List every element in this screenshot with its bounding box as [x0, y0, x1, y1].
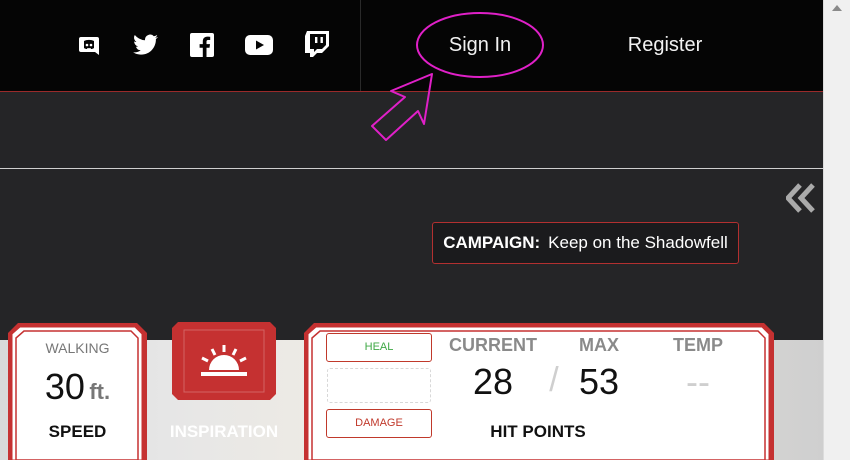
facebook-icon[interactable]	[187, 30, 217, 60]
campaign-label: CAMPAIGN:	[443, 233, 541, 252]
vertical-scrollbar[interactable]	[823, 0, 850, 460]
damage-button[interactable]: DAMAGE	[326, 409, 432, 438]
speed-number: 30	[44, 366, 85, 407]
speed-box: WALKING 30 ft. SPEED	[6, 321, 149, 460]
top-nav-bar: Sign In Register	[0, 0, 823, 92]
twitter-icon[interactable]	[131, 30, 161, 60]
speed-value: 30 ft.	[6, 366, 149, 408]
campaign-badge[interactable]: CAMPAIGN: Keep on the Shadowfell	[432, 222, 739, 264]
heal-button[interactable]: HEAL	[326, 333, 432, 362]
collapse-panel-icon[interactable]	[784, 183, 818, 213]
speed-unit: ft.	[89, 379, 111, 404]
walking-label: WALKING	[45, 340, 110, 356]
inspiration-box[interactable]: INSPIRATION	[170, 322, 278, 460]
max-hp-label: MAX	[579, 335, 619, 355]
youtube-icon[interactable]	[244, 30, 274, 60]
campaign-name: Keep on the Shadowfell	[548, 233, 728, 252]
temp-hp-label: TEMP	[672, 335, 723, 355]
hit-points-box: HEAL DAMAGE CURRENT MAX TEMP 28 / 53 -- …	[302, 321, 776, 460]
max-hp-value: 53	[578, 361, 620, 402]
social-links	[0, 0, 361, 91]
secondary-nav-band	[0, 92, 823, 169]
scroll-up-arrow-icon[interactable]	[832, 5, 842, 11]
register-link[interactable]: Register	[600, 31, 730, 59]
discord-icon[interactable]	[74, 30, 104, 60]
temp-hp-value[interactable]: --	[648, 361, 748, 403]
hit-points-title: HIT POINTS	[490, 422, 586, 441]
hp-change-input[interactable]	[327, 368, 431, 403]
current-hp-label: CURRENT	[449, 335, 537, 355]
sign-in-link[interactable]: Sign In	[430, 31, 530, 59]
inspiration-title: INSPIRATION	[169, 422, 279, 441]
twitch-icon[interactable]	[302, 29, 332, 59]
inspiration-sun-icon[interactable]	[197, 344, 251, 378]
speed-title: SPEED	[48, 422, 107, 441]
